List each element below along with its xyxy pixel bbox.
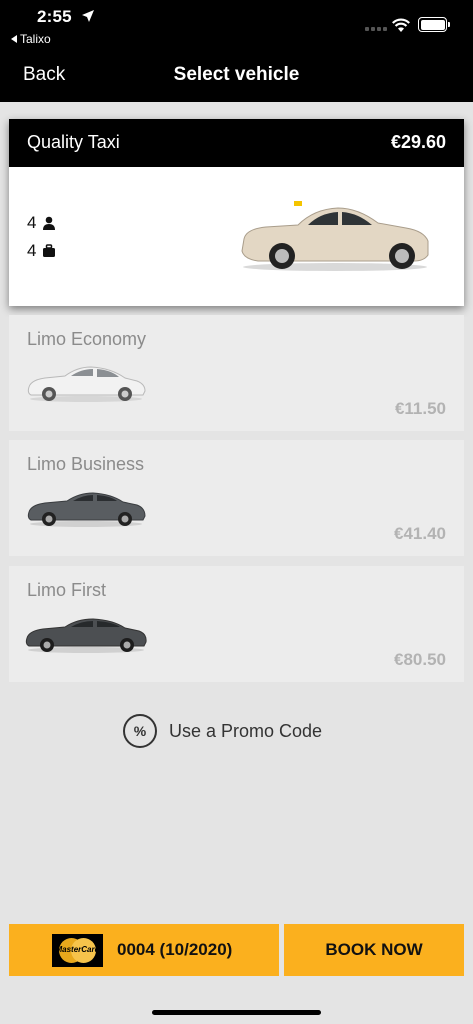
- promo-percent-icon: %: [123, 714, 157, 748]
- page-title: Select vehicle: [173, 64, 300, 85]
- vehicle-name: Limo Business: [27, 454, 145, 474]
- vehicle-card-header: Quality Taxi €29.60: [9, 119, 464, 167]
- vehicle-price: €41.40: [394, 524, 446, 543]
- cellular-icon: [365, 27, 387, 31]
- location-arrow-icon: [82, 10, 94, 22]
- passenger-count: 4: [27, 213, 37, 232]
- payment-method-button[interactable]: MasterCard 0004 (10/2020): [9, 924, 279, 976]
- nav-bar: Back Select vehicle: [0, 52, 473, 102]
- home-indicator[interactable]: [152, 1010, 321, 1015]
- battery-tip: [448, 22, 450, 27]
- luggage-count: 4: [27, 241, 37, 260]
- back-triangle-icon: [11, 35, 17, 43]
- payment-card-label: 0004 (10/2020): [117, 940, 233, 959]
- vehicle-price: €29.60: [390, 132, 446, 152]
- battery-icon: [418, 17, 447, 32]
- vehicle-name: Limo First: [27, 580, 107, 600]
- vehicle-name: Limo Economy: [27, 329, 147, 349]
- person-icon: [43, 216, 56, 230]
- luggage-capacity: 4: [27, 241, 56, 261]
- sedan-car-image: [27, 366, 146, 402]
- luggage-icon: [43, 244, 56, 257]
- sedan-car-image: [27, 492, 146, 527]
- sedan-car-image: [25, 618, 147, 653]
- promo-label: Use a Promo Code: [169, 720, 323, 741]
- back-to-app-link[interactable]: Talixo: [11, 32, 51, 46]
- wifi-icon: [392, 18, 410, 32]
- status-time: 2:55: [37, 7, 72, 26]
- passenger-capacity: 4: [27, 213, 56, 233]
- vehicle-price: €11.50: [394, 399, 446, 418]
- card-brand-label: MasterCard: [55, 944, 100, 954]
- vehicle-card[interactable]: Limo First €80.50: [9, 566, 464, 682]
- promo-code-button[interactable]: % Use a Promo Code: [123, 714, 322, 748]
- vehicle-card[interactable]: Limo Economy €11.50: [9, 315, 464, 431]
- taxi-car-image: [241, 201, 429, 271]
- status-bar: 2:55 Talixo: [0, 0, 473, 52]
- mastercard-logo: MasterCard: [52, 933, 103, 967]
- book-now-button[interactable]: BOOK NOW: [284, 924, 464, 976]
- vehicle-card-selected[interactable]: Quality Taxi €29.60 4 4: [9, 119, 464, 306]
- vehicle-price: €80.50: [394, 650, 446, 669]
- vehicle-name: Quality Taxi: [27, 132, 120, 152]
- back-app-label: Talixo: [20, 32, 51, 46]
- vehicle-card[interactable]: Limo Business €41.40: [9, 440, 464, 556]
